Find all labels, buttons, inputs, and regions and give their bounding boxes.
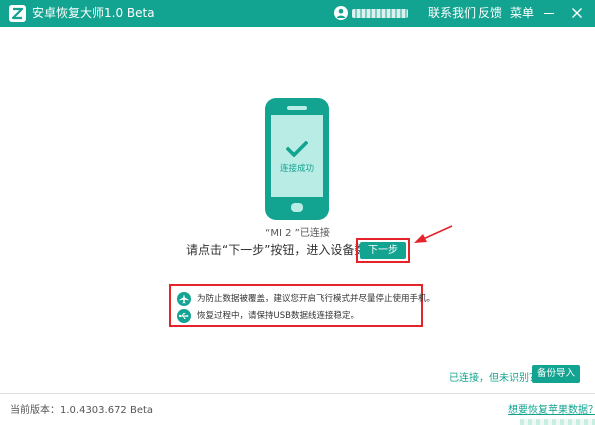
contact-us-link[interactable]: 联系我们 <box>428 6 476 21</box>
next-button-highlight: 下一步 <box>356 238 410 263</box>
menu-link[interactable]: 菜单 <box>510 6 534 21</box>
tip-text: 恢复过程中，请保持USB数据线连接稳定。 <box>197 311 359 321</box>
unrecognized-device-link[interactable]: 已连接，但未识别？ <box>449 369 539 384</box>
version-text: 当前版本：1.0.4303.672 Beta <box>10 405 154 416</box>
device-connected-label: “MI 2 ”已连接 <box>265 228 330 239</box>
tip-text: 为防止数据被覆盖，建议您开启飞行模式并尽量停止使用手机。 <box>197 294 436 304</box>
phone-screen: 连接成功 <box>271 115 323 197</box>
close-icon[interactable] <box>570 6 584 20</box>
phone-illustration: 连接成功 <box>265 98 329 220</box>
phone-speaker <box>287 106 307 110</box>
minimize-icon[interactable] <box>544 13 554 14</box>
title-bar: 安卓恢复大师1.0 Beta 联系我们 反馈 菜单 <box>0 0 595 27</box>
backup-import-button[interactable]: 备份导入 <box>532 365 580 383</box>
footer-divider <box>0 393 595 394</box>
user-name-blurred[interactable] <box>352 9 408 18</box>
user-avatar-icon[interactable] <box>334 6 348 20</box>
corner-decoration <box>520 419 595 425</box>
tips-box: 为防止数据被覆盖，建议您开启飞行模式并尽量停止使用手机。 恢复过程中，请保持US… <box>169 284 435 327</box>
usb-icon <box>177 309 191 323</box>
checkmark-icon <box>286 141 308 157</box>
pointer-arrow-icon <box>414 225 453 243</box>
app-logo-icon <box>9 5 26 22</box>
app-title: 安卓恢复大师1.0 Beta <box>32 6 155 20</box>
connection-status-text: 连接成功 <box>279 164 314 174</box>
airplane-icon <box>177 292 191 306</box>
next-step-button[interactable]: 下一步 <box>360 242 406 259</box>
feedback-link[interactable]: 反馈 <box>478 6 502 21</box>
phone-home-button <box>291 203 303 212</box>
recover-apple-data-link[interactable]: 想要恢复苹果数据？ <box>508 401 595 416</box>
